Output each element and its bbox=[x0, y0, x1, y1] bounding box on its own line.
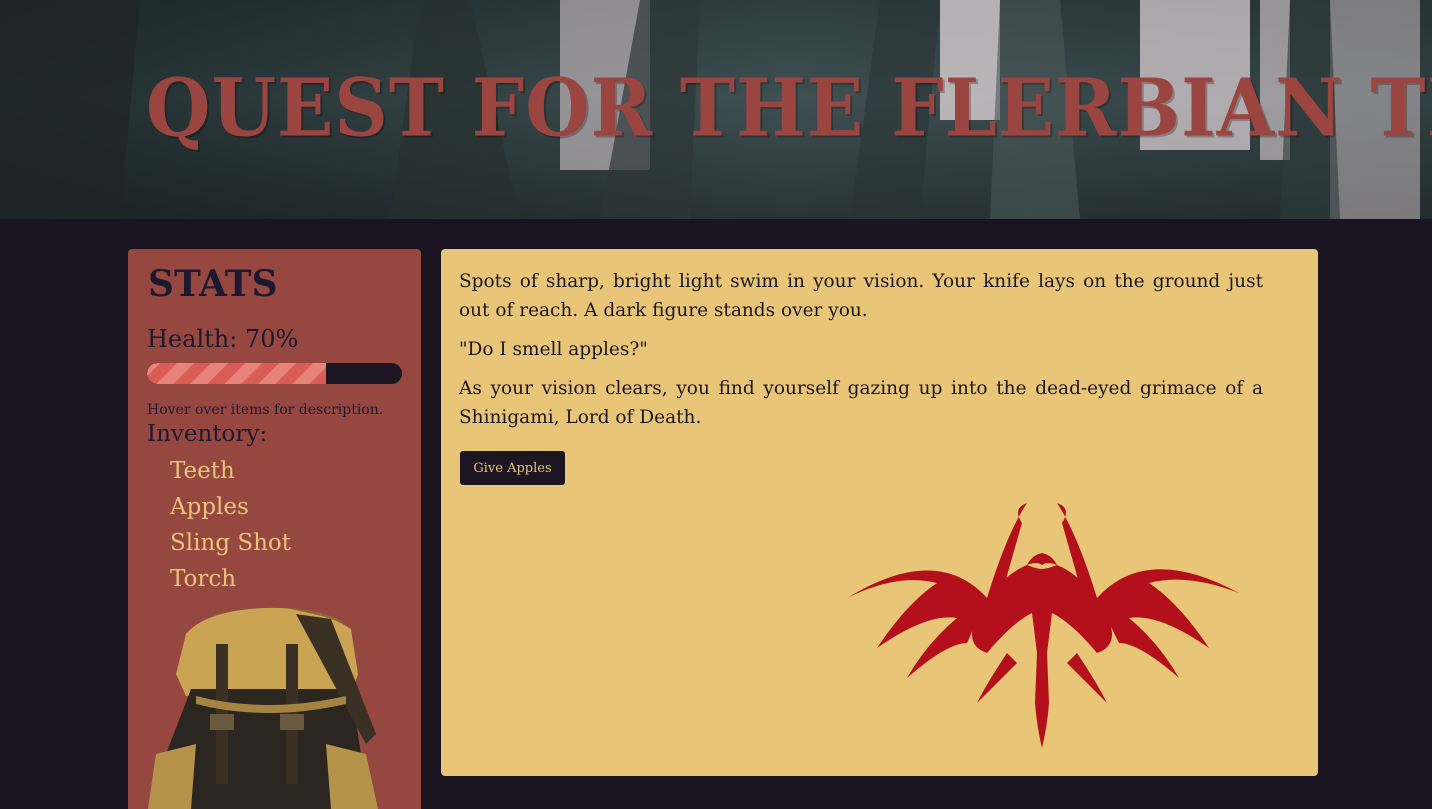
health-bar bbox=[147, 363, 402, 384]
story-paragraph: Spots of sharp, bright light swim in you… bbox=[459, 271, 1263, 321]
health-bar-fill bbox=[147, 363, 326, 384]
story-paragraph: "Do I smell apples?" bbox=[459, 339, 648, 360]
backpack-icon bbox=[148, 607, 378, 809]
inventory-list: Teeth Apples Sling Shot Torch bbox=[170, 455, 291, 599]
header-banner: Quest for the Flerbian Texts bbox=[0, 0, 1432, 219]
give-apples-button[interactable]: Give Apples bbox=[460, 451, 565, 485]
story-paragraph: As your vision clears, you find yourself… bbox=[459, 378, 1263, 428]
story-panel: Spots of sharp, bright light swim in you… bbox=[441, 249, 1318, 776]
stats-sidebar: Stats Health: 70% Hover over items for d… bbox=[128, 249, 421, 809]
inventory-title: Inventory: bbox=[147, 421, 268, 447]
inventory-item-torch[interactable]: Torch bbox=[170, 563, 291, 599]
health-label: Health: 70% bbox=[147, 325, 299, 353]
inventory-hint: Hover over items for description. bbox=[147, 402, 384, 418]
stats-heading: Stats bbox=[148, 263, 278, 305]
inventory-item-sling-shot[interactable]: Sling Shot bbox=[170, 527, 291, 563]
shinigami-silhouette-icon bbox=[847, 503, 1239, 748]
story-text: Spots of sharp, bright light swim in you… bbox=[459, 267, 1263, 442]
inventory-item-apples[interactable]: Apples bbox=[170, 491, 291, 527]
inventory-item-teeth[interactable]: Teeth bbox=[170, 455, 291, 491]
page-title: Quest for the Flerbian Texts bbox=[146, 62, 1432, 155]
